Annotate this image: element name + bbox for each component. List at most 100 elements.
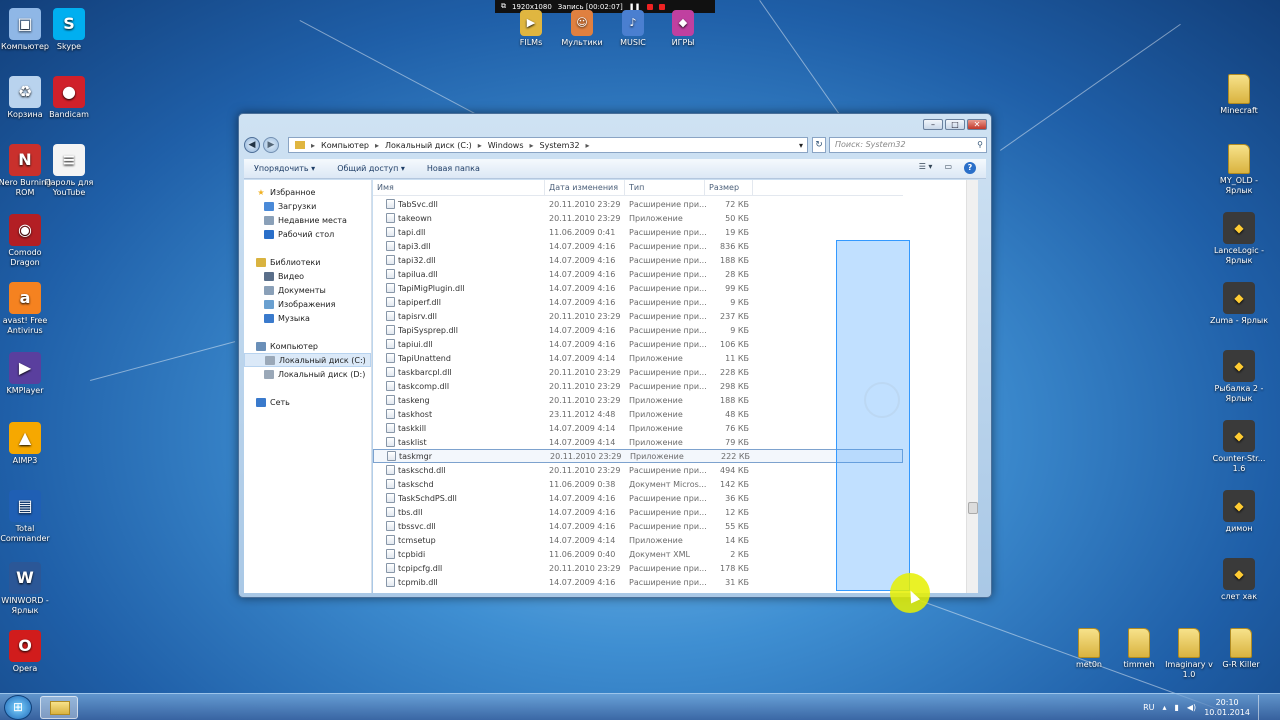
nav-item[interactable]: Компьютер — [244, 339, 371, 353]
desktop-icon[interactable]: ◆ Рыбалка 2 - Ярлык — [1208, 350, 1270, 404]
file-row[interactable]: takeown 20.11.2010 23:29 Приложение 50 КБ — [373, 211, 903, 225]
share-button[interactable]: Общий доступ ▾ — [337, 164, 405, 173]
vertical-scrollbar[interactable] — [966, 180, 978, 593]
desktop-icon[interactable]: ▤ Total Commander — [0, 490, 56, 544]
desktop-icon[interactable]: ◆ слет хак — [1208, 558, 1270, 602]
minimize-button[interactable]: – — [923, 119, 943, 130]
file-row[interactable]: TabSvc.dll 20.11.2010 23:29 Расширение при… — [373, 197, 903, 211]
file-row[interactable]: tapi3.dll 14.07.2009 4:16 Расширение при..… — [373, 239, 903, 253]
back-arrow-icon[interactable]: ◀ — [244, 137, 260, 153]
file-row[interactable]: tbs.dll 14.07.2009 4:16 Расширение при... 1… — [373, 505, 903, 519]
file-row[interactable]: taskhost 23.11.2012 4:48 Приложение 48 КБ — [373, 407, 903, 421]
address-bar[interactable]: ▸ Компьютер ▸ Локальный диск (C:) ▸ Wind… — [288, 137, 808, 153]
start-button[interactable]: ⊞ — [4, 695, 32, 720]
desktop-icon-label: WINWORD - Ярлык — [1, 596, 49, 615]
desktop-icon[interactable]: ▶ KMPlayer — [0, 352, 56, 396]
desktop-icon[interactable]: ▲ AIMP3 — [0, 422, 56, 466]
nav-item[interactable]: Библиотеки — [244, 255, 371, 269]
file-row[interactable]: TapiUnattend 14.07.2009 4:14 Приложение 11 … — [373, 351, 903, 365]
preview-pane-icon[interactable]: ▭ — [944, 162, 952, 174]
nav-item[interactable]: Рабочий стол — [244, 227, 371, 241]
search-input[interactable]: Поиск: System32 ⚲ — [829, 137, 987, 153]
file-row[interactable]: TaskSchdPS.dll 14.07.2009 4:16 Расширение … — [373, 491, 903, 505]
desktop-icon[interactable]: ◉ Comodo Dragon — [0, 214, 56, 268]
file-row[interactable]: tapi32.dll 14.07.2009 4:16 Расширение при.… — [373, 253, 903, 267]
file-row[interactable]: TapiSysprep.dll 14.07.2009 4:16 Расширение… — [373, 323, 903, 337]
desktop-icon[interactable]: MY_OLD - Ярлык — [1208, 144, 1270, 196]
file-row[interactable]: tapilua.dll 14.07.2009 4:16 Расширение при… — [373, 267, 903, 281]
desktop-icon[interactable]: ● Bandicam — [38, 76, 100, 120]
file-row[interactable]: taskcomp.dll 20.11.2010 23:29 Расширение п… — [373, 379, 903, 393]
desktop-icon[interactable]: ◆ Counter-Str... 1.6 — [1208, 420, 1270, 474]
nav-item[interactable]: Локальный диск (D:) — [244, 367, 371, 381]
nav-item[interactable]: Недавние места — [244, 213, 371, 227]
taskbar-explorer-button[interactable] — [40, 696, 78, 719]
desktop-icon[interactable]: Minecraft — [1208, 74, 1270, 116]
file-row[interactable]: tbssvc.dll 14.07.2009 4:16 Расширение при.… — [373, 519, 903, 533]
maximize-button[interactable]: □ — [945, 119, 965, 130]
view-options-icon[interactable]: ☰ ▾ — [919, 162, 933, 174]
file-row[interactable]: TapiMigPlugin.dll 14.07.2009 4:16 Расширен… — [373, 281, 903, 295]
breadcrumb-drive-c[interactable]: Локальный диск (C:) — [385, 141, 472, 150]
desktop-icon[interactable]: a avast! Free Antivirus — [0, 282, 56, 336]
file-row[interactable]: tcpbidi 11.06.2009 0:40 Документ XML 2 КБ — [373, 547, 903, 561]
file-row[interactable]: tapisrv.dll 20.11.2010 23:29 Расширение пр… — [373, 309, 903, 323]
network-tray-icon[interactable]: ▮ — [1175, 703, 1179, 712]
column-name-header[interactable]: Имя — [373, 180, 545, 196]
scrollbar-thumb[interactable] — [968, 502, 978, 514]
file-row[interactable]: tcmsetup 14.07.2009 4:14 Приложение 14 КБ — [373, 533, 903, 547]
desktop-icon[interactable]: ◆ LanceLogic - Ярлык — [1208, 212, 1270, 266]
desktop-icon[interactable]: ◆ Zuma - Ярлык — [1208, 282, 1270, 326]
breadcrumb-computer[interactable]: Компьютер — [321, 141, 369, 150]
file-row[interactable]: tapiui.dll 14.07.2009 4:16 Расширение при.… — [373, 337, 903, 351]
organize-button[interactable]: Упорядочить ▾ — [254, 164, 315, 173]
file-row[interactable]: taskmgr 20.11.2010 23:29 Приложение 222 КБ — [373, 449, 903, 463]
file-row[interactable]: tapiperf.dll 14.07.2009 4:16 Расширение пр… — [373, 295, 903, 309]
record-stop-icon[interactable] — [658, 3, 665, 10]
file-row[interactable]: taskeng 20.11.2010 23:29 Приложение 188 КБ — [373, 393, 903, 407]
images-icon — [264, 299, 274, 309]
nav-item[interactable]: ★ Избранное — [244, 185, 371, 199]
file-row[interactable]: tcpipcfg.dll 20.11.2010 23:29 Расширение п… — [373, 561, 903, 575]
breadcrumb-windows[interactable]: Windows — [488, 141, 524, 150]
breadcrumb-system32[interactable]: System32 — [540, 141, 580, 150]
new-folder-button[interactable]: Новая папка — [427, 164, 480, 173]
nav-item[interactable]: Музыка — [244, 311, 371, 325]
file-row[interactable]: taskschd.dll 20.11.2010 23:29 Расширение п… — [373, 463, 903, 477]
nav-item[interactable]: Сеть — [244, 395, 371, 409]
tray-arrow-icon[interactable]: ▴ — [1162, 703, 1166, 712]
refresh-icon[interactable]: ↻ — [812, 137, 826, 153]
desktop-icon[interactable]: ≡ Пароль для YouTube — [38, 144, 100, 198]
clock[interactable]: 20:10 10.01.2014 — [1204, 698, 1250, 718]
desktop-icon[interactable]: ◆ ИГРЫ — [652, 10, 714, 48]
column-date-header[interactable]: Дата изменения — [545, 180, 625, 196]
column-size-header[interactable]: Размер — [705, 180, 753, 196]
file-row[interactable]: taskbarcpl.dll 20.11.2010 23:29 Расширение… — [373, 365, 903, 379]
close-button[interactable]: ✕ — [967, 119, 987, 130]
column-type-header[interactable]: Тип — [625, 180, 705, 196]
show-desktop-button[interactable] — [1258, 694, 1268, 720]
nav-item[interactable]: Видео — [244, 269, 371, 283]
desktop-icon[interactable]: O Opera — [0, 630, 56, 674]
desktop-icon[interactable]: S Skype — [38, 8, 100, 52]
file-row[interactable]: tcpmib.dll 14.07.2009 4:16 Расширение при.… — [373, 575, 903, 589]
file-row[interactable]: taskkill 14.07.2009 4:14 Приложение 76 КБ — [373, 421, 903, 435]
file-row[interactable]: tasklist 14.07.2009 4:14 Приложение 79 КБ — [373, 435, 903, 449]
nav-item[interactable]: Загрузки — [244, 199, 371, 213]
desktop-icon[interactable]: ◆ димон — [1208, 490, 1270, 534]
forward-arrow-icon[interactable]: ▶ — [263, 137, 279, 153]
file-row[interactable]: taskschd 11.06.2009 0:38 Документ Micros..… — [373, 477, 903, 491]
language-indicator[interactable]: RU — [1143, 703, 1154, 712]
desktop-folder[interactable]: G-R Killer — [1210, 628, 1272, 670]
chevron-down-icon[interactable]: ▾ — [799, 141, 803, 150]
file-row[interactable]: tapi.dll 11.06.2009 0:41 Расширение при...… — [373, 225, 903, 239]
file-size: 79 КБ — [725, 437, 749, 447]
nav-item[interactable]: Документы — [244, 283, 371, 297]
nav-item[interactable]: Локальный диск (C:) — [244, 353, 371, 367]
nav-item[interactable]: Изображения — [244, 297, 371, 311]
desktop-icon[interactable]: W WINWORD - Ярлык — [0, 562, 56, 616]
record-stop-icon[interactable] — [646, 3, 653, 10]
help-icon[interactable]: ? — [964, 162, 976, 174]
search-icon[interactable]: ⚲ — [977, 138, 983, 152]
volume-icon[interactable]: ◀) — [1187, 703, 1196, 712]
